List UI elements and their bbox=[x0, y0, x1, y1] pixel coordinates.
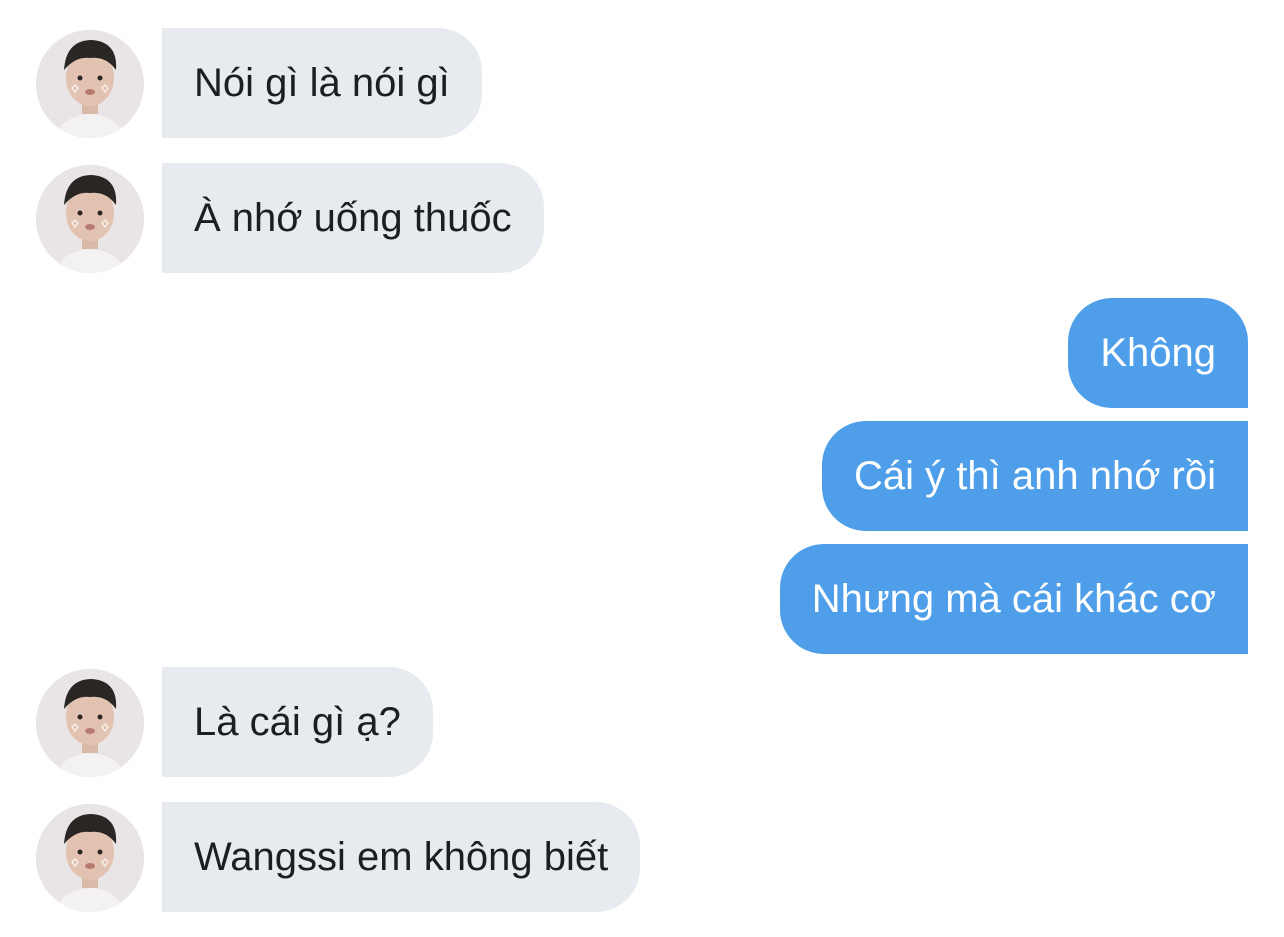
message-text: Wangssi em không biết bbox=[194, 835, 609, 879]
user-avatar-icon[interactable] bbox=[36, 30, 144, 138]
user-avatar-icon[interactable] bbox=[36, 165, 144, 273]
message-text: Là cái gì ạ? bbox=[194, 700, 401, 744]
user-avatar-icon[interactable] bbox=[36, 669, 144, 777]
chat-thread: Nói gì là nói gì À nhớ uống thuốc Không … bbox=[0, 0, 1284, 937]
message-text: À nhớ uống thuốc bbox=[194, 196, 512, 240]
message-row-incoming: Nói gì là nói gì bbox=[0, 28, 1284, 138]
message-text: Nhưng mà cái khác cơ bbox=[811, 577, 1216, 621]
message-bubble[interactable]: Nhưng mà cái khác cơ bbox=[779, 544, 1248, 654]
message-text: Không bbox=[1100, 331, 1216, 375]
message-bubble[interactable]: Là cái gì ạ? bbox=[162, 667, 433, 777]
user-avatar-icon[interactable] bbox=[36, 804, 144, 912]
message-text: Cái ý thì anh nhớ rồi bbox=[854, 454, 1216, 498]
message-bubble[interactable]: Nói gì là nói gì bbox=[162, 28, 482, 138]
message-row-incoming: Là cái gì ạ? bbox=[0, 667, 1284, 777]
message-bubble[interactable]: Wangssi em không biết bbox=[162, 802, 641, 912]
message-bubble[interactable]: À nhớ uống thuốc bbox=[162, 163, 544, 273]
message-row-incoming: Wangssi em không biết bbox=[0, 802, 1284, 912]
message-bubble[interactable]: Không bbox=[1068, 298, 1248, 408]
message-text: Nói gì là nói gì bbox=[194, 61, 450, 105]
message-row-outgoing: Cái ý thì anh nhớ rồi bbox=[0, 421, 1284, 531]
message-row-outgoing: Nhưng mà cái khác cơ bbox=[0, 544, 1284, 654]
message-row-incoming: À nhớ uống thuốc bbox=[0, 163, 1284, 273]
message-bubble[interactable]: Cái ý thì anh nhớ rồi bbox=[822, 421, 1248, 531]
message-row-outgoing: Không bbox=[0, 298, 1284, 408]
